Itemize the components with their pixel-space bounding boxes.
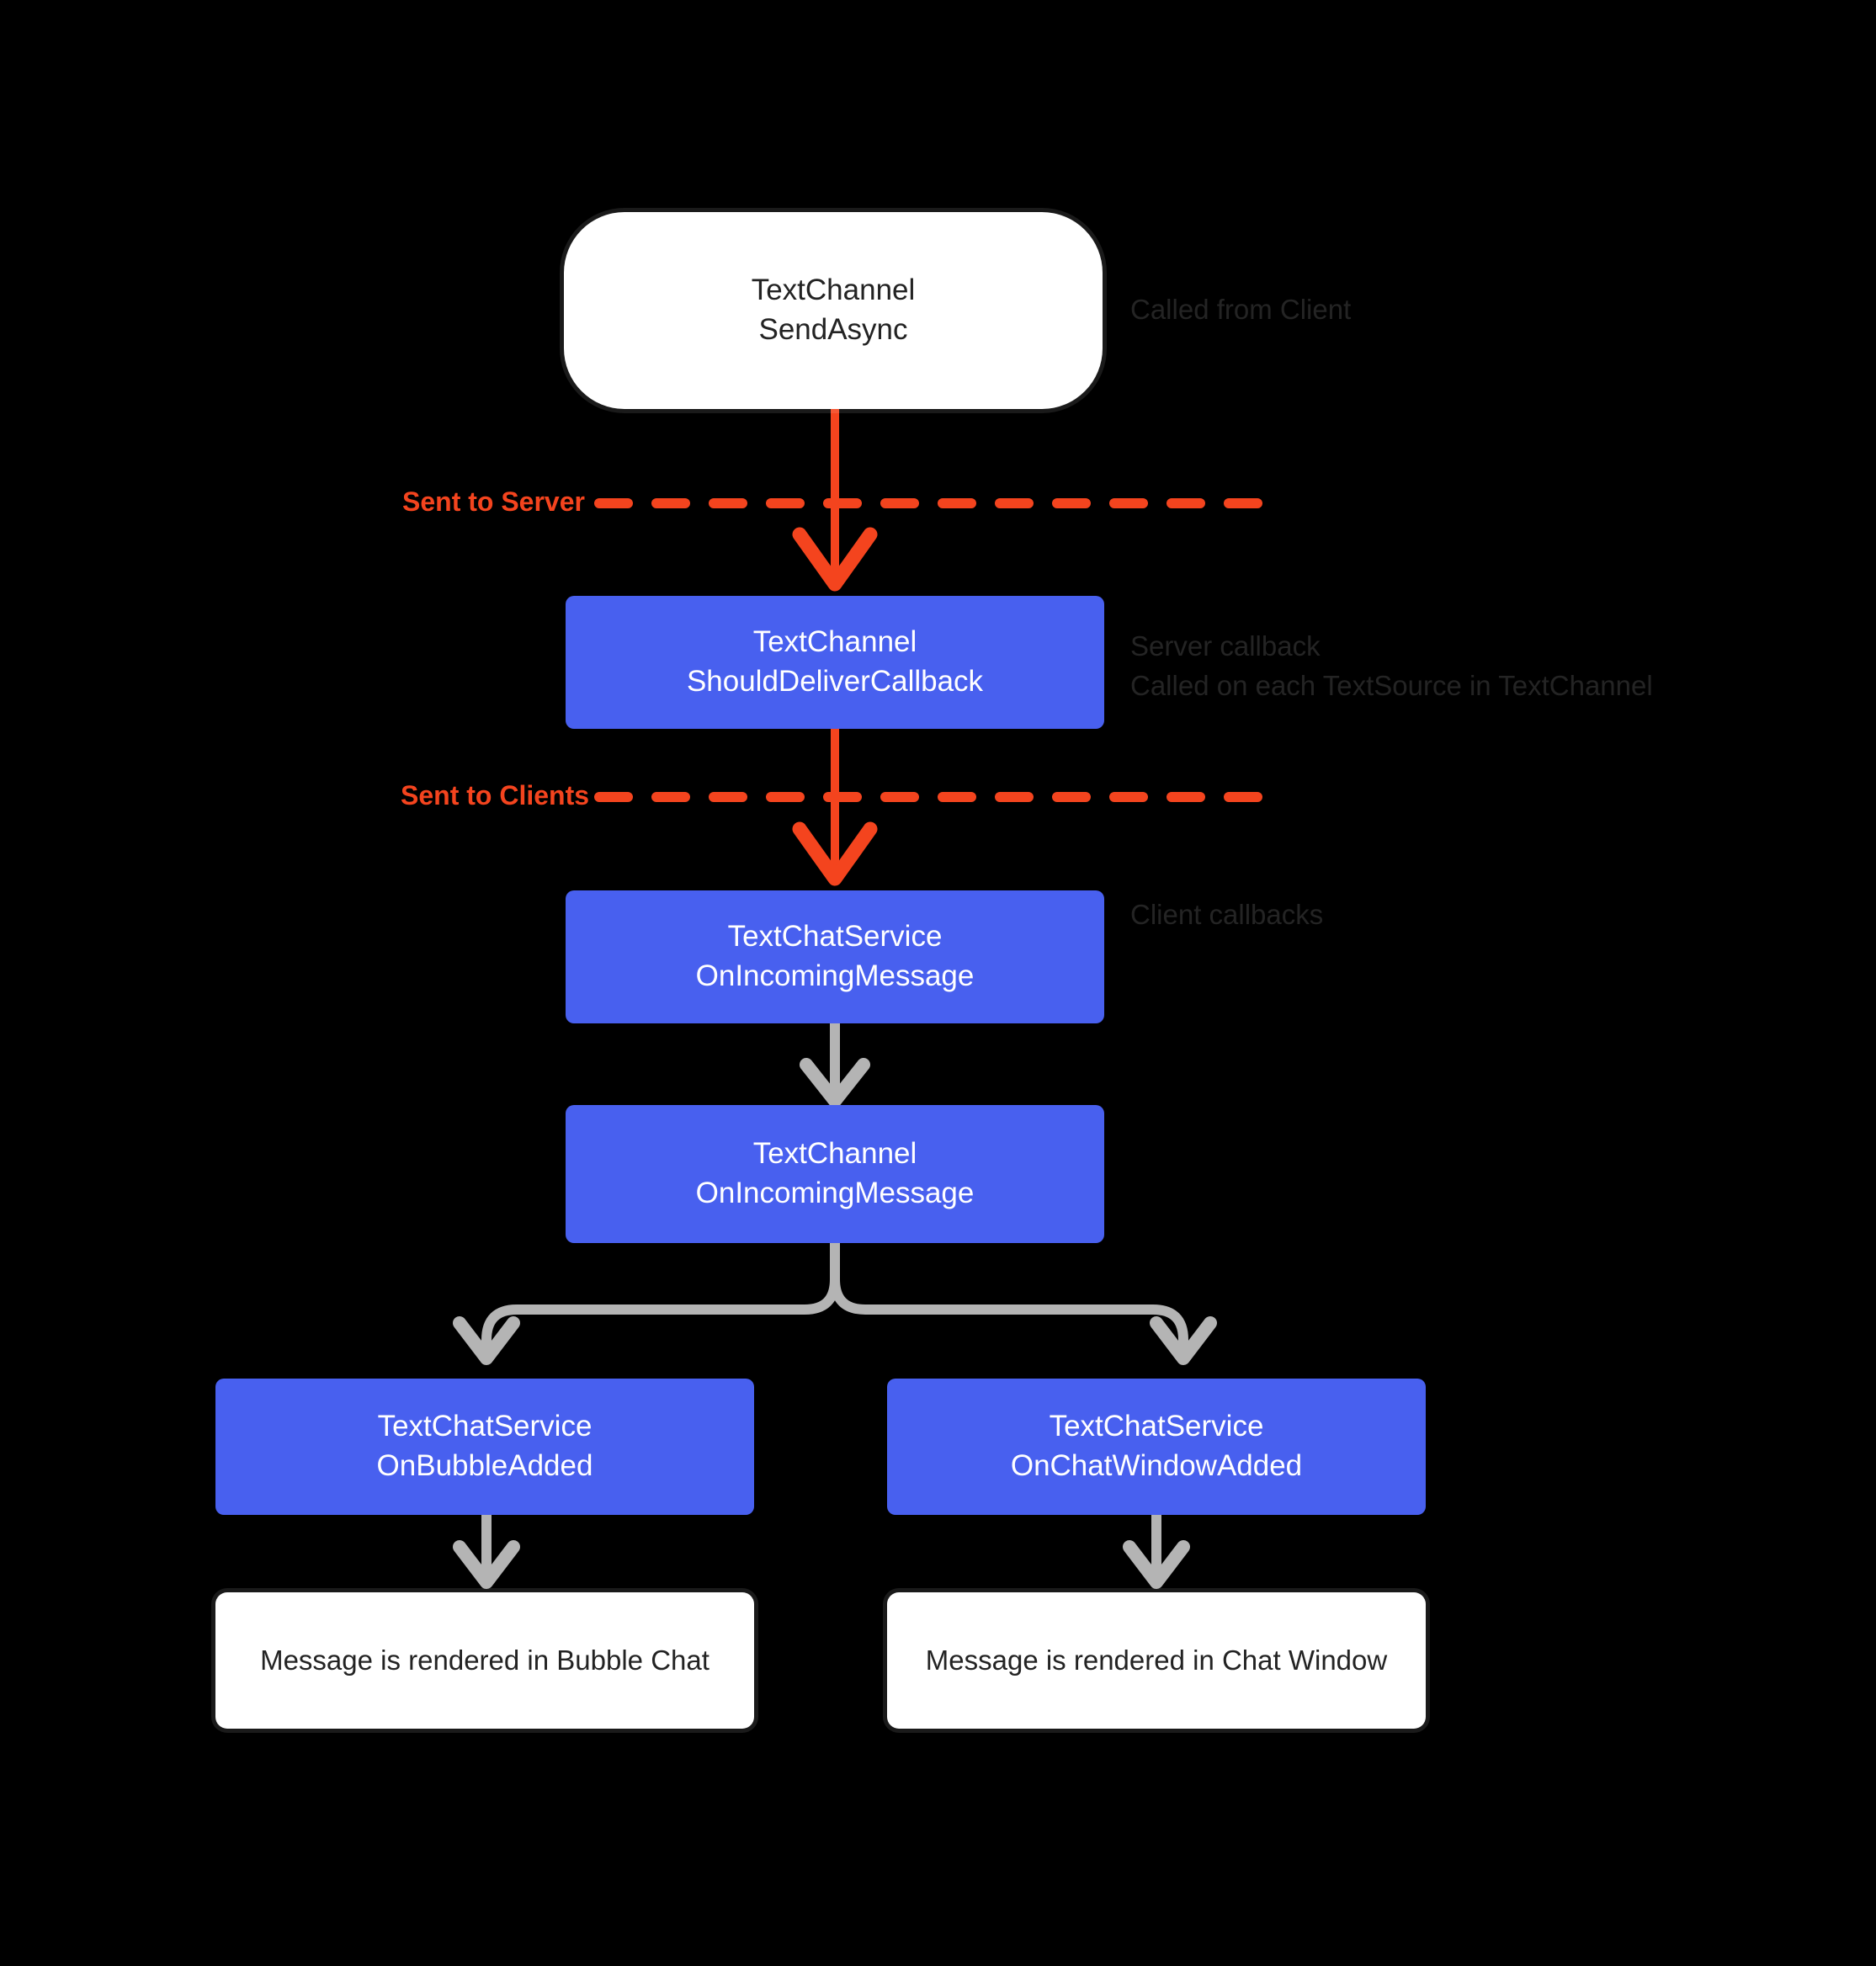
node-subtitle-line: OnChatWindowAdded — [1010, 1449, 1303, 1482]
annotation-line: Client callbacks — [1130, 899, 1324, 930]
annotation-called-from-client: Called from Client — [1130, 290, 1351, 330]
node-textchatservice-onchatwindowadded[interactable]: TextChatService OnChatWindowAdded — [887, 1379, 1426, 1515]
node-title-line: Message is rendered in Bubble Chat — [260, 1644, 709, 1676]
node-textchatservice-onincomingmessage[interactable]: TextChatService OnIncomingMessage — [566, 890, 1104, 1023]
node-textchannel-shoulddelivercallback[interactable]: TextChannel ShouldDeliverCallback — [566, 596, 1104, 729]
node-textchannel-sendasync[interactable]: TextChannel SendAsync — [564, 212, 1103, 409]
node-subtitle-line: OnIncomingMessage — [695, 959, 975, 992]
node-title-line: TextChatService — [377, 1410, 593, 1443]
node-result-chat-window[interactable]: Message is rendered in Chat Window — [887, 1592, 1426, 1729]
node-title-line: Message is rendered in Chat Window — [925, 1644, 1388, 1676]
node-title-line: TextChannel — [752, 1137, 917, 1171]
arrow-bubble-to-result — [453, 1510, 520, 1589]
arrow-branch-split — [453, 1238, 1217, 1365]
arrow-service-to-channel — [800, 1018, 870, 1108]
annotation-line: Called on each TextSource in TextChannel — [1130, 669, 1653, 701]
arrow-send-to-server — [792, 409, 878, 592]
diagram-canvas: Sent to Server Sent to Clients TextChann… — [0, 0, 1876, 1966]
node-title-line: TextChatService — [1049, 1410, 1264, 1443]
arrow-sent-to-clients — [792, 729, 878, 886]
boundary-label-sent-to-server: Sent to Server — [402, 486, 585, 517]
annotation-server-callback: Server callback Called on each TextSourc… — [1130, 627, 1653, 706]
node-subtitle-line: OnBubbleAdded — [376, 1449, 593, 1482]
node-textchannel-onincomingmessage[interactable]: TextChannel OnIncomingMessage — [566, 1105, 1104, 1243]
annotation-client-callbacks: Client callbacks — [1130, 895, 1323, 935]
annotation-line: Server callback — [1130, 630, 1321, 662]
boundary-label-sent-to-clients: Sent to Clients — [401, 780, 590, 810]
node-title-line: TextChannel — [751, 274, 916, 307]
node-title-line: TextChannel — [752, 625, 917, 659]
node-result-bubble-chat[interactable]: Message is rendered in Bubble Chat — [215, 1592, 754, 1729]
annotation-line: Called from Client — [1130, 294, 1352, 325]
arrow-chatwindow-to-result — [1123, 1510, 1190, 1589]
node-subtitle-line: OnIncomingMessage — [695, 1177, 975, 1209]
node-title-line: TextChatService — [727, 920, 943, 954]
node-textchatservice-onbubbleadded[interactable]: TextChatService OnBubbleAdded — [215, 1379, 754, 1515]
node-subtitle-line: SendAsync — [758, 313, 908, 346]
node-subtitle-line: ShouldDeliverCallback — [686, 665, 984, 698]
